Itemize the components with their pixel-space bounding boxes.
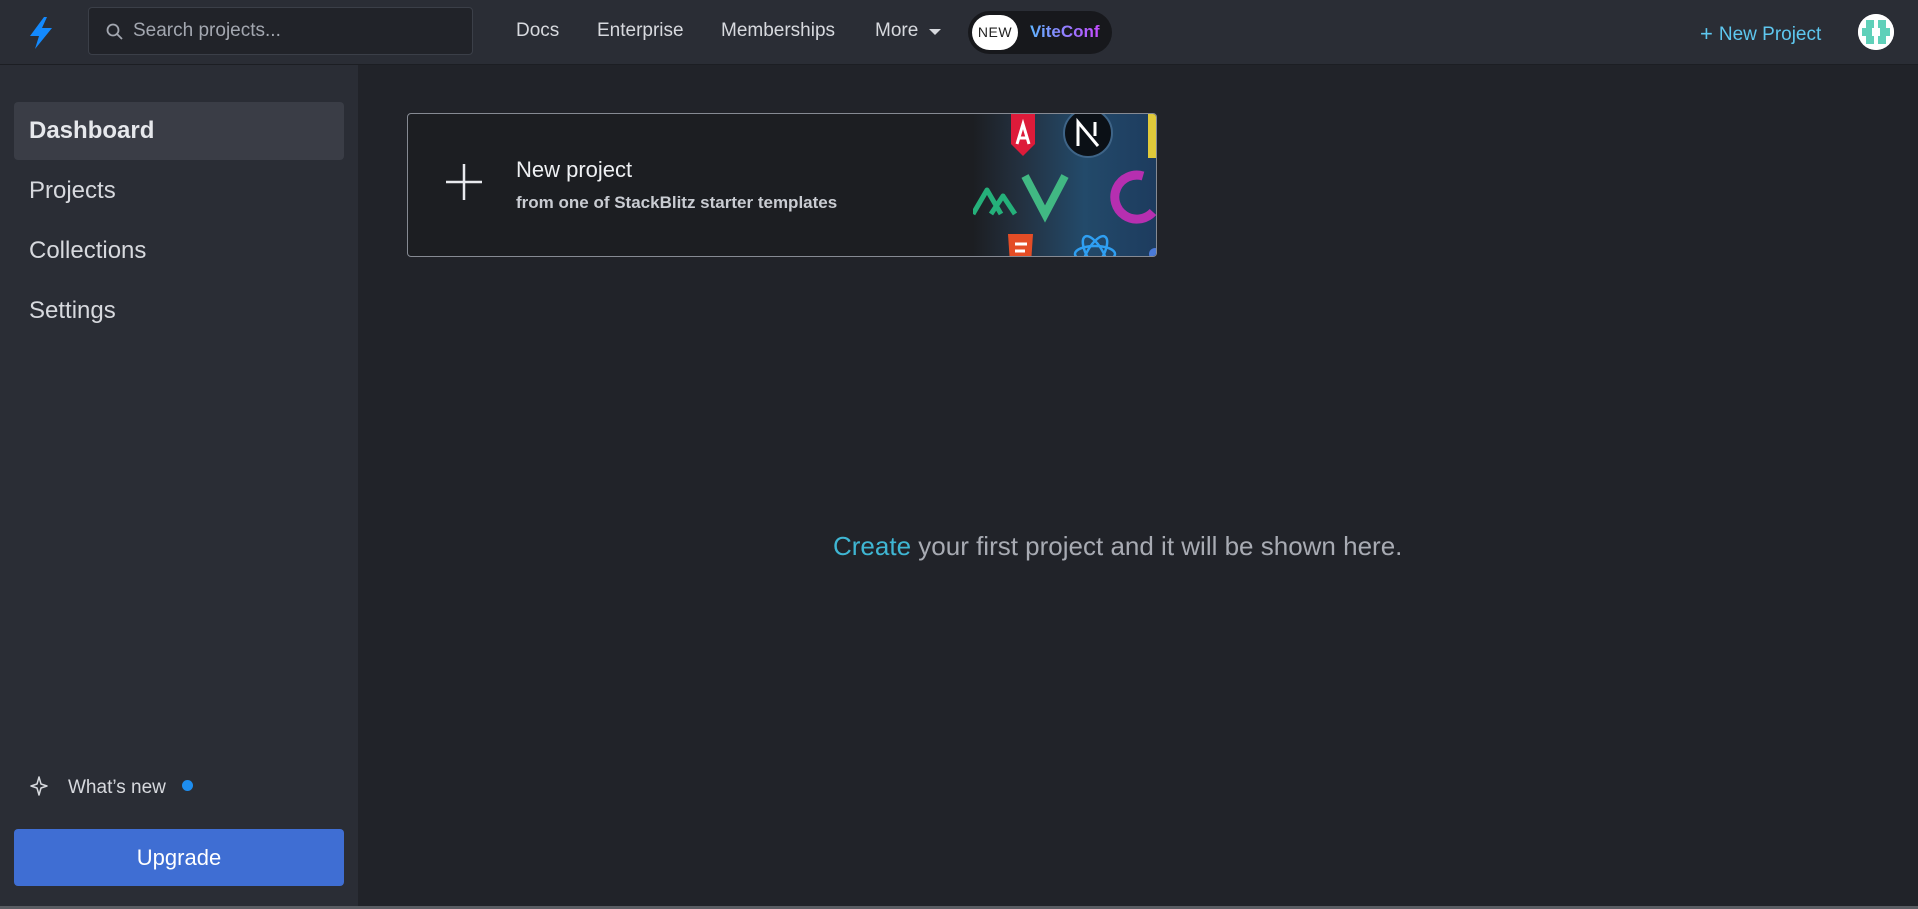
sparkle-icon xyxy=(30,776,48,796)
nuxt-icon xyxy=(970,187,1018,216)
new-project-button[interactable]: + New Project xyxy=(1700,20,1821,46)
sidebar-item-projects[interactable]: Projects xyxy=(14,162,344,220)
redux-icon xyxy=(1110,170,1156,224)
lightning-bolt-icon[interactable] xyxy=(26,16,56,50)
sidebar-item-settings[interactable]: Settings xyxy=(14,282,344,340)
nav-memberships-link[interactable]: Memberships xyxy=(721,20,835,42)
nav-docs-link[interactable]: Docs xyxy=(516,20,559,42)
viteconf-promo[interactable]: NEW ViteConf xyxy=(968,11,1112,54)
new-project-card[interactable]: New project from one of StackBlitz start… xyxy=(407,113,1157,257)
sidebar-item-dashboard[interactable]: Dashboard xyxy=(14,102,344,160)
react-icon xyxy=(1073,234,1117,256)
whats-new-label: What’s new xyxy=(68,777,166,798)
plus-icon xyxy=(444,162,484,207)
top-bar: Docs Enterprise Memberships More NEW Vit… xyxy=(0,0,1918,65)
viteconf-label: ViteConf xyxy=(1030,22,1100,41)
nextjs-icon xyxy=(1063,114,1113,158)
vue-icon xyxy=(1021,174,1069,223)
notification-dot xyxy=(182,780,193,791)
search-icon xyxy=(106,23,123,40)
plus-icon: + xyxy=(1700,21,1713,46)
create-project-link[interactable]: Create xyxy=(833,531,911,561)
nav-more-dropdown[interactable]: More xyxy=(875,20,918,42)
search-input[interactable] xyxy=(133,8,463,54)
empty-state-text: your first project and it will be shown … xyxy=(911,531,1403,561)
html5-icon xyxy=(1008,234,1033,256)
user-avatar[interactable] xyxy=(1858,14,1894,50)
framework-logos-art xyxy=(970,114,1156,256)
new-project-label: New Project xyxy=(1718,24,1822,45)
sidebar-item-collections[interactable]: Collections xyxy=(14,222,344,280)
angular-icon xyxy=(1011,114,1035,156)
upgrade-button[interactable]: Upgrade xyxy=(14,829,344,886)
nav-enterprise-link[interactable]: Enterprise xyxy=(597,20,684,42)
new-project-title: New project xyxy=(516,157,633,182)
empty-state-message: Create your first project and it will be… xyxy=(833,531,1402,562)
sidebar: Dashboard Projects Collections Settings … xyxy=(0,65,358,909)
new-project-subtitle: from one of StackBlitz starter templates xyxy=(516,193,838,212)
search-box[interactable] xyxy=(88,7,473,55)
new-badge: NEW xyxy=(972,15,1018,50)
caret-down-icon xyxy=(929,29,941,35)
